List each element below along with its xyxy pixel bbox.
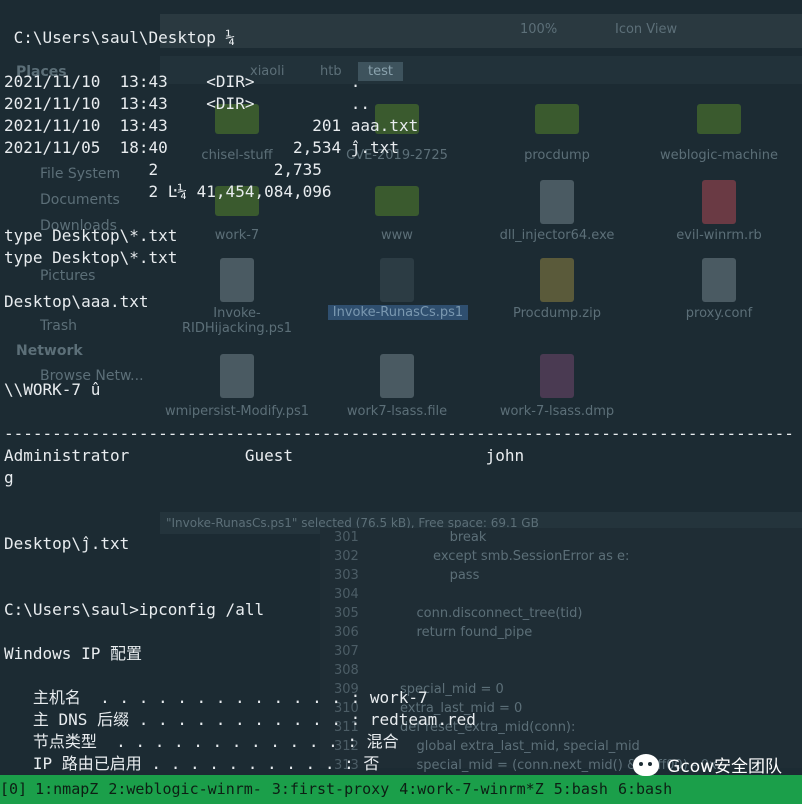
tmux-status-bar: [0] 1:nmapZ 2:weblogic-winrm- 3:first-proxy… — [0, 775, 802, 804]
terminal-line: 2021/11/10 13:43 201 aaa.txt — [4, 116, 419, 135]
tmux-session-label: [0] — [0, 780, 28, 798]
terminal-line: 主机名 . . . . . . . . . . . . . : work-7 — [4, 688, 428, 707]
tmux-window-6[interactable]: 6:bash — [618, 780, 682, 798]
terminal-line: type Desktop\*.txt — [4, 248, 178, 267]
terminal-line: 节点类型 . . . . . . . . . . . . : 混合 — [4, 732, 399, 751]
terminal-line: C:\Users\saul\Desktop ¼ — [4, 28, 236, 47]
tmux-window-1[interactable]: 1:nmapZ — [35, 780, 108, 798]
watermark-text: Gcow安全团队 — [667, 757, 782, 777]
tmux-window-2[interactable]: 2:weblogic-winrm- — [108, 780, 272, 798]
terminal-line: g — [4, 468, 14, 487]
tmux-window-4[interactable]: 4:work-7-winrm*Z — [399, 780, 554, 798]
tmux-window-5[interactable]: 5:bash — [554, 780, 618, 798]
terminal-line: 2021/11/05 18:40 2,534 ĵ.txt — [4, 138, 399, 157]
terminal-line: Administrator Guest john — [4, 446, 525, 465]
terminal-line: Desktop\ĵ.txt — [4, 534, 130, 553]
terminal-separator: ----------------------------------------… — [4, 424, 794, 443]
terminal-output[interactable]: C:\Users\saul\Desktop ¼ 2021/11/10 13:43… — [0, 0, 802, 775]
terminal-line: Desktop\aaa.txt — [4, 292, 149, 311]
terminal-line: IP 路由已启用 . . . . . . . . . . : 否 — [4, 754, 380, 773]
watermark: Gcow安全团队 — [633, 752, 782, 777]
terminal-line: 2021/11/10 13:43 <DIR> .. — [4, 94, 371, 113]
terminal-line: type Desktop\*.txt — [4, 226, 178, 245]
tmux-window-3[interactable]: 3:first-proxy — [272, 780, 399, 798]
terminal-prompt-line: C:\Users\saul>ipconfig /all — [4, 600, 265, 619]
terminal-line: 2 Ŀ¼ 41,454,084,096 — [4, 182, 332, 201]
terminal-line: 2021/11/10 13:43 <DIR> . — [4, 72, 361, 91]
terminal-line: \\WORK-7 û — [4, 380, 101, 399]
terminal-line: 主 DNS 后缀 . . . . . . . . . . . : redteam… — [4, 710, 476, 729]
wechat-icon — [633, 753, 660, 776]
terminal-line: Windows IP 配置 — [4, 644, 142, 663]
terminal-line: 2 2,735 — [4, 160, 322, 179]
